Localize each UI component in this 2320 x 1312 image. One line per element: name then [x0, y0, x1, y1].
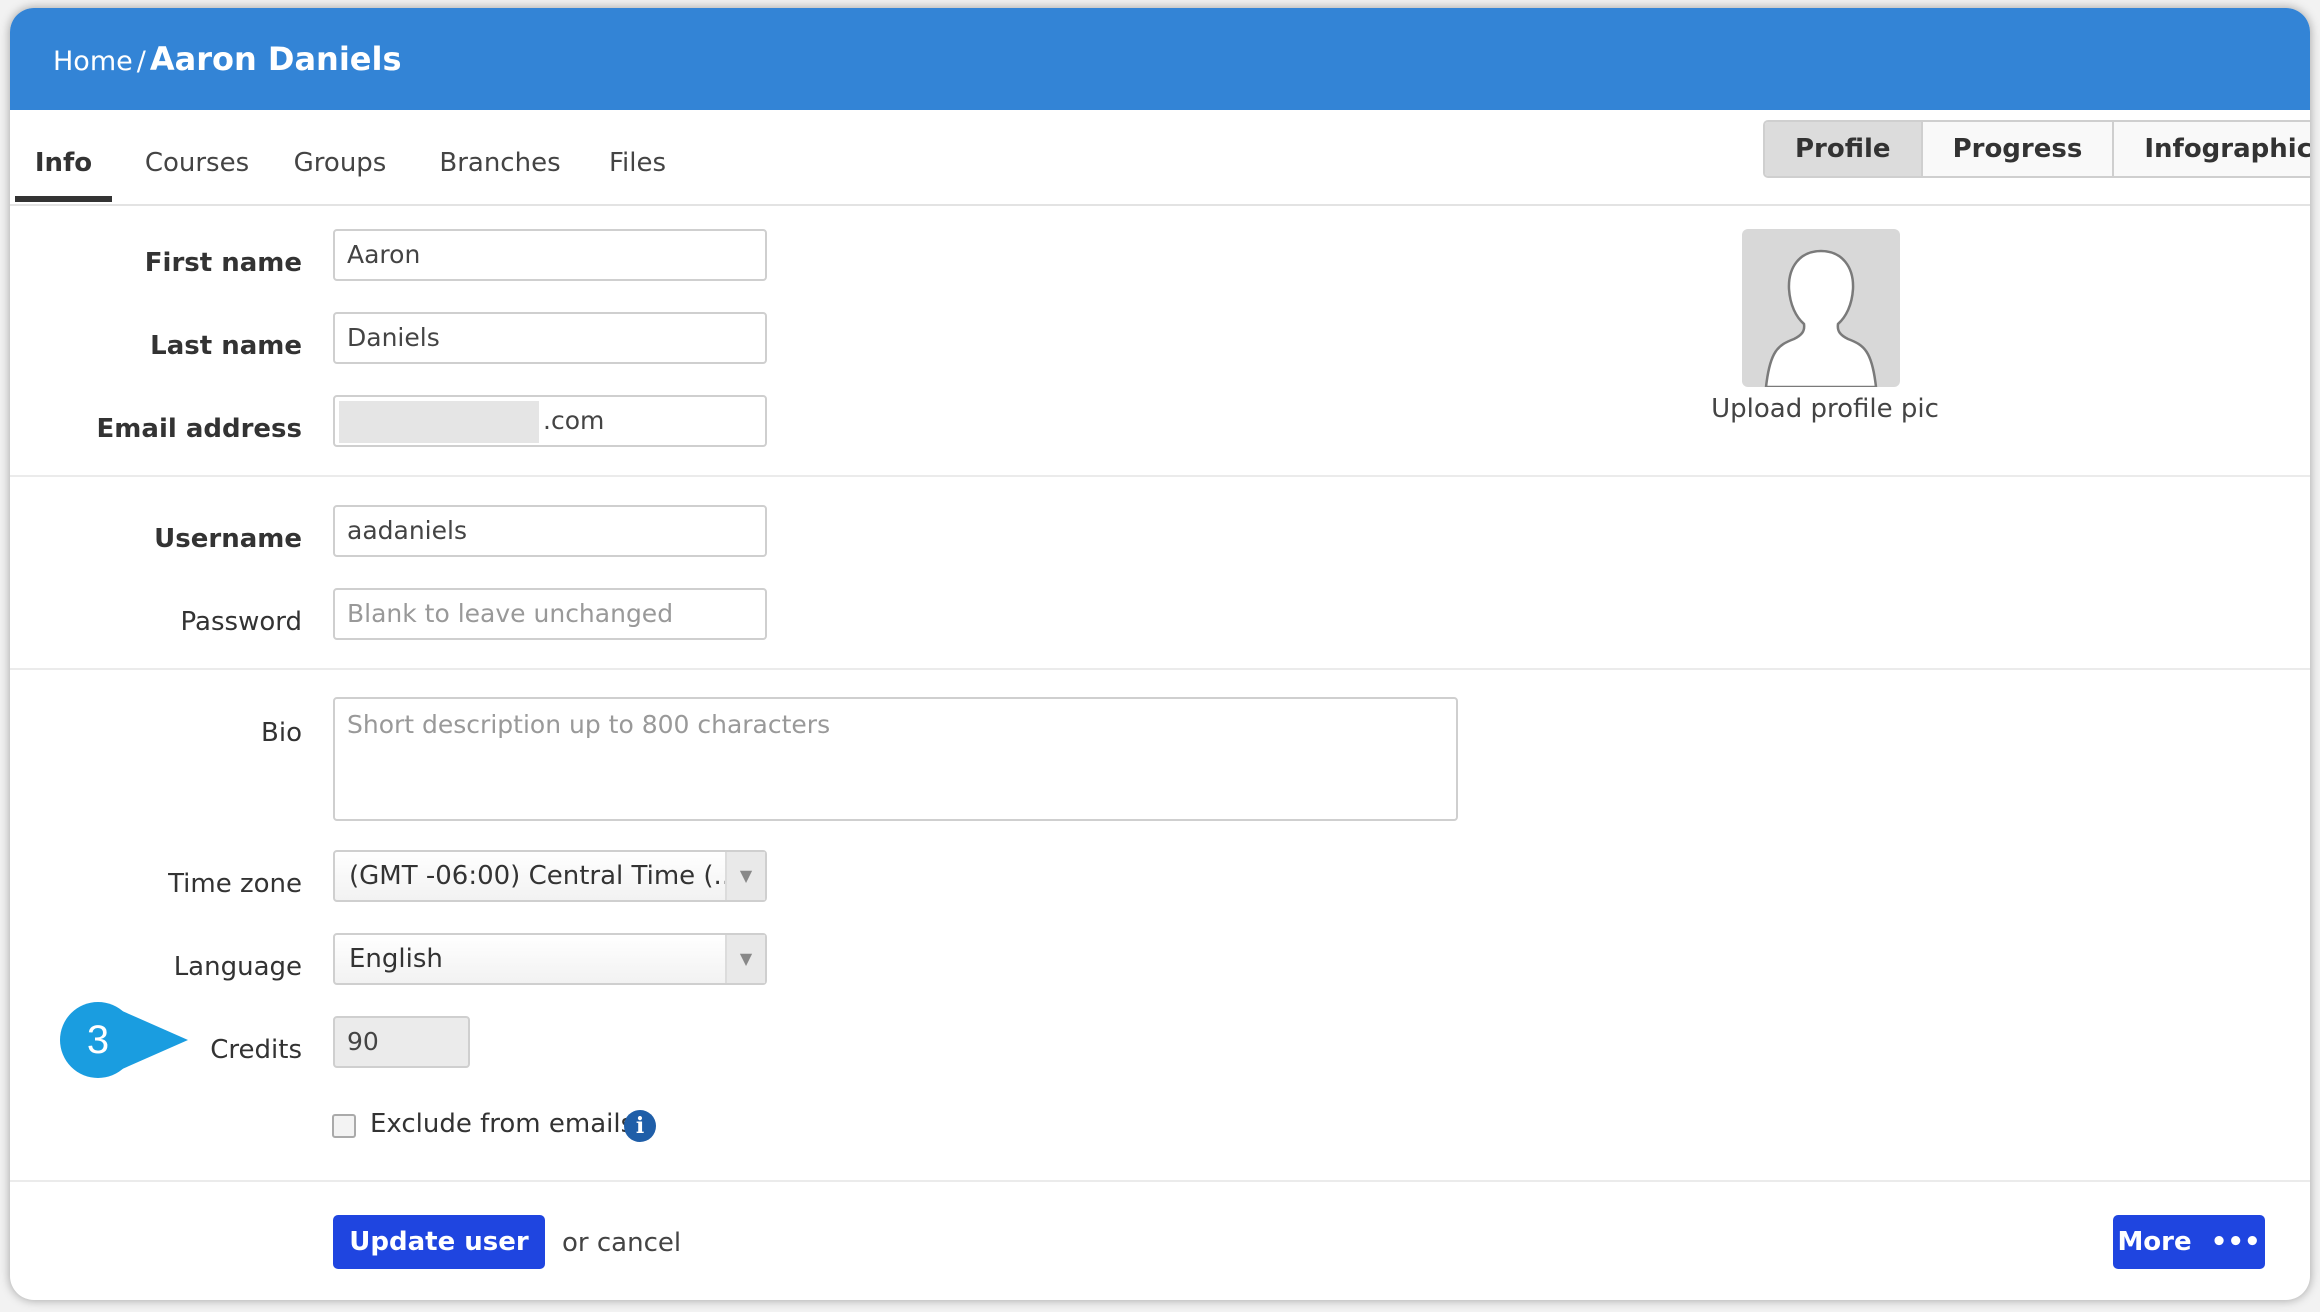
more-button-label: More — [2117, 1227, 2192, 1257]
time-zone-select[interactable]: (GMT -06:00) Central Time (... ▼ — [333, 850, 767, 902]
user-silhouette-icon — [1764, 249, 1878, 387]
active-tab-indicator — [15, 196, 112, 202]
step-callout-badge: 3 — [60, 1002, 190, 1078]
ellipsis-icon: ••• — [2210, 1227, 2261, 1257]
dropdown-arrow-icon: ▼ — [725, 935, 765, 983]
exclude-emails-label: Exclude from emails — [370, 1109, 635, 1139]
first-name-field[interactable]: Aaron — [333, 229, 767, 281]
tab-groups[interactable]: Groups — [280, 110, 400, 204]
last-name-label: Last name — [150, 331, 302, 361]
username-field[interactable]: aadaniels — [333, 505, 767, 557]
username-label: Username — [154, 524, 302, 554]
time-zone-label: Time zone — [168, 869, 302, 899]
profile-pic-placeholder[interactable] — [1742, 229, 1900, 387]
section-divider — [10, 1180, 2310, 1182]
progress-view-button[interactable]: Progress — [1922, 122, 2115, 176]
tab-courses[interactable]: Courses — [132, 110, 262, 204]
cancel-link[interactable]: or cancel — [562, 1228, 681, 1258]
language-label: Language — [173, 952, 302, 982]
upload-profile-pic-link[interactable]: Upload profile pic — [1700, 394, 1950, 424]
language-select[interactable]: English ▼ — [333, 933, 767, 985]
bio-textarea[interactable]: Short description up to 800 characters — [333, 697, 1458, 821]
password-label: Password — [180, 607, 302, 637]
profile-view-button[interactable]: Profile — [1765, 122, 1923, 176]
view-toggle: Profile Progress Infographic — [1763, 120, 2310, 178]
more-button[interactable]: More ••• — [2113, 1215, 2265, 1269]
info-icon[interactable]: i — [624, 1110, 656, 1142]
email-redaction — [339, 401, 539, 443]
exclude-emails-checkbox[interactable] — [332, 1114, 356, 1138]
email-field[interactable]: .com — [333, 395, 767, 447]
email-label: Email address — [96, 414, 302, 444]
user-edit-card: Home / Aaron Daniels Info Courses Groups B… — [10, 8, 2310, 1300]
section-divider — [10, 475, 2310, 477]
section-divider — [10, 668, 2310, 670]
infographic-view-button[interactable]: Infographic — [2114, 122, 2310, 176]
tab-info[interactable]: Info — [15, 110, 112, 204]
password-field[interactable]: Blank to leave unchanged — [333, 588, 767, 640]
first-name-label: First name — [144, 248, 302, 278]
tab-branches[interactable]: Branches — [430, 110, 570, 204]
update-user-button[interactable]: Update user — [333, 1215, 545, 1269]
bio-label: Bio — [261, 718, 302, 748]
breadcrumb-home-link[interactable]: Home — [53, 46, 133, 77]
credits-field[interactable]: 90 — [333, 1016, 470, 1068]
tab-files[interactable]: Files — [595, 110, 680, 204]
breadcrumb-separator: / — [136, 46, 146, 77]
breadcrumb-current: Aaron Daniels — [149, 40, 402, 78]
language-value: English — [349, 944, 443, 974]
page-header: Home / Aaron Daniels — [10, 8, 2310, 110]
callout-number: 3 — [86, 1018, 110, 1062]
dropdown-arrow-icon: ▼ — [725, 852, 765, 900]
last-name-field[interactable]: Daniels — [333, 312, 767, 364]
email-domain-suffix: .com — [543, 406, 605, 435]
time-zone-value: (GMT -06:00) Central Time (... — [349, 861, 739, 891]
